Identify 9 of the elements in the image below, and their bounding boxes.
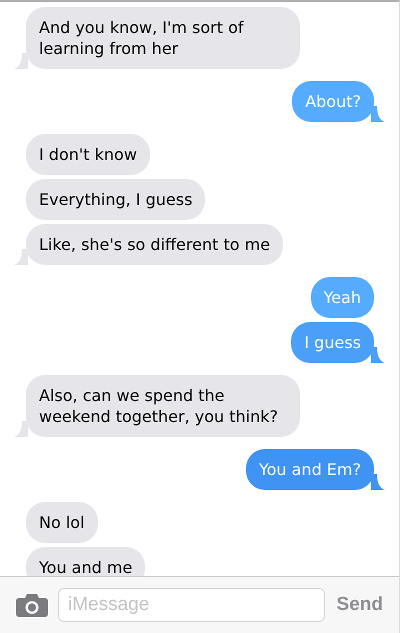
message-field[interactable]: iMessage [58, 588, 325, 622]
bubble-tail-icon [14, 53, 28, 69]
bubble-tail-icon [371, 106, 385, 122]
bubble-tail-icon [371, 347, 385, 363]
bubble-tail-icon [14, 421, 28, 437]
camera-icon[interactable] [16, 593, 48, 617]
send-button[interactable]: Send [334, 594, 385, 616]
bubble-tail-icon [14, 249, 28, 265]
bubble-tail-icon [371, 474, 385, 490]
